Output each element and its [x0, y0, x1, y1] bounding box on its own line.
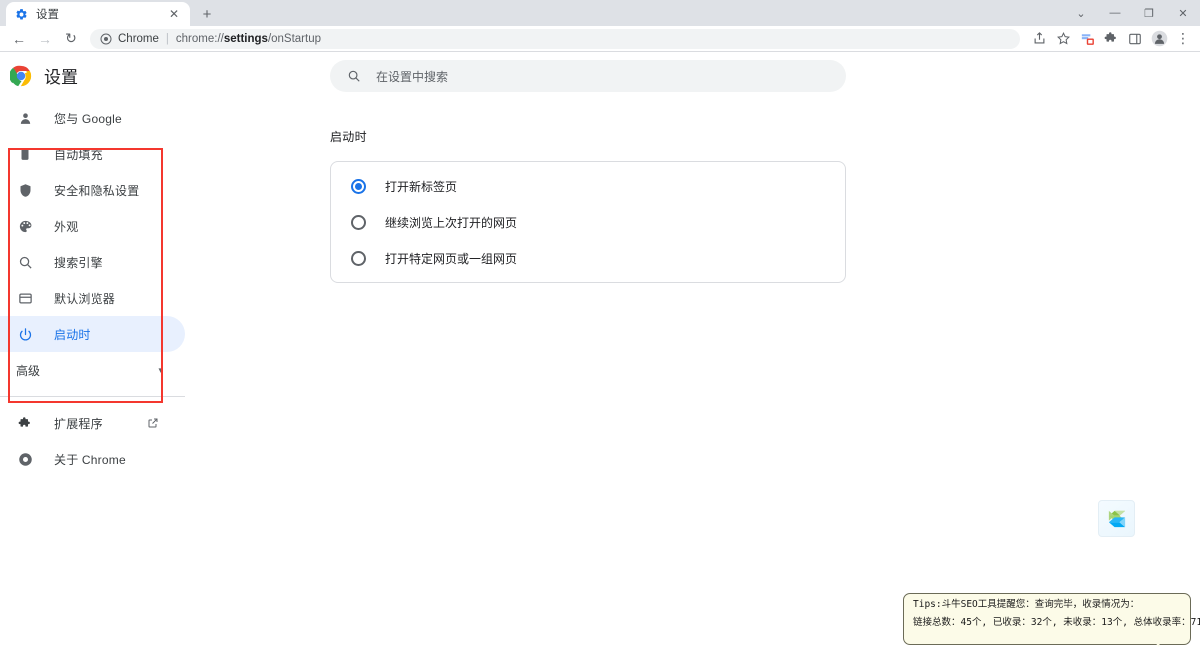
- browser-window-icon: [16, 289, 34, 307]
- minimize-icon[interactable]: —: [1098, 0, 1132, 26]
- radio-option-specific-pages[interactable]: 打开特定网页或一组网页: [331, 240, 845, 276]
- window-controls: ⌄ — ❐ ✕: [1064, 0, 1200, 26]
- share-icon[interactable]: [1028, 28, 1050, 50]
- radio-option-label: 打开特定网页或一组网页: [385, 251, 518, 266]
- sidebar-item-label: 搜索引擎: [54, 255, 103, 270]
- startup-options-card: 打开新标签页 继续浏览上次打开的网页 打开特定网页或一组网页: [330, 161, 846, 283]
- radio-option-label: 打开新标签页: [385, 179, 458, 194]
- back-icon[interactable]: ←: [6, 27, 32, 51]
- tooltip-line-1: Tips:斗牛SEO工具提醒您：查询完毕，收录情况为：: [913, 599, 1140, 610]
- sidebar-advanced-toggle[interactable]: 高级 ▾: [0, 352, 185, 388]
- new-tab-button[interactable]: +: [194, 2, 220, 26]
- browser-toolbar: ← → ↻ Chrome | chrome://settings/onStart…: [0, 26, 1200, 52]
- sidebar-item-label: 您与 Google: [54, 111, 122, 126]
- maximize-icon[interactable]: ❐: [1132, 0, 1166, 26]
- sidebar-item-label: 关于 Chrome: [54, 452, 126, 467]
- radio-option-continue-session[interactable]: 继续浏览上次打开的网页: [331, 204, 845, 240]
- tab-search-icon[interactable]: ⌄: [1064, 0, 1098, 26]
- tab-title: 设置: [36, 9, 59, 21]
- clipboard-icon: [16, 145, 34, 163]
- omnibox-url: chrome://settings/onStartup: [176, 33, 321, 45]
- sidebar-item-label: 安全和隐私设置: [54, 183, 140, 198]
- search-input[interactable]: 在设置中搜索: [330, 60, 846, 92]
- url-bold: settings: [223, 32, 268, 45]
- radio-button[interactable]: [351, 178, 366, 194]
- radio-option-new-tab[interactable]: 打开新标签页: [331, 168, 845, 204]
- chrome-menu-icon[interactable]: ⋮: [1172, 28, 1194, 50]
- sidebar-item-about-chrome[interactable]: 关于 Chrome: [0, 441, 185, 477]
- bookmark-star-icon[interactable]: [1052, 28, 1074, 50]
- sidebar-item-extensions[interactable]: 扩展程序: [0, 405, 185, 441]
- sidebar-item-label: 自动填充: [54, 147, 103, 162]
- browser-tab-settings[interactable]: 设置 ✕: [6, 2, 190, 26]
- sidebar-item-label: 外观: [54, 219, 79, 234]
- section-title-on-startup: 启动时: [330, 130, 367, 144]
- reload-icon[interactable]: ↻: [58, 27, 84, 51]
- close-icon[interactable]: ✕: [1166, 0, 1200, 26]
- open-in-new-icon[interactable]: [147, 417, 159, 429]
- settings-header: 设置: [9, 63, 78, 88]
- omnibox-separator: |: [165, 32, 169, 45]
- url-prefix: chrome://: [175, 32, 224, 45]
- url-suffix: /onStartup: [267, 32, 322, 45]
- sidebar-item-on-startup[interactable]: 启动时: [0, 316, 185, 352]
- advanced-label: 高级: [16, 363, 41, 378]
- forward-icon[interactable]: →: [32, 27, 58, 51]
- search-icon: [16, 253, 34, 271]
- sidebar-item-privacy-security[interactable]: 安全和隐私设置: [0, 172, 185, 208]
- tab-close-icon[interactable]: ✕: [166, 6, 182, 22]
- radio-option-label: 继续浏览上次打开的网页: [385, 215, 518, 230]
- sidebar-item-default-browser[interactable]: 默认浏览器: [0, 280, 185, 316]
- palette-icon: [16, 217, 34, 235]
- page-title: 设置: [44, 68, 78, 87]
- seo-extension-icon[interactable]: [1076, 28, 1098, 50]
- person-icon: [16, 109, 34, 127]
- tab-strip: 设置 ✕ +: [0, 0, 1064, 26]
- tooltip-tail: [1150, 637, 1161, 647]
- sidebar-item-search-engine[interactable]: 搜索引擎: [0, 244, 185, 280]
- chrome-page-icon: [99, 32, 112, 45]
- tooltip-line-2: 链接总数：45个, 已收录：32个, 未收录：13个, 总体收录率：71.11%: [913, 616, 1200, 628]
- puzzle-icon: [16, 414, 34, 432]
- settings-sidebar: 您与 Google 自动填充 安全和隐私设置 外观 搜索引擎 默认浏览器 启动时…: [0, 100, 200, 477]
- power-icon: [16, 325, 34, 343]
- extensions-puzzle-icon[interactable]: [1100, 28, 1122, 50]
- settings-gear-icon: [14, 7, 28, 21]
- snipaste-icon[interactable]: [1098, 500, 1135, 537]
- chrome-logo-icon: [9, 65, 32, 87]
- chevron-down-icon: ▾: [158, 364, 163, 375]
- radio-button[interactable]: [351, 214, 366, 230]
- sidebar-item-autofill[interactable]: 自动填充: [0, 136, 185, 172]
- sidebar-item-label: 默认浏览器: [54, 291, 116, 306]
- search-placeholder: 在设置中搜索: [376, 69, 449, 84]
- sidebar-item-label: 扩展程序: [54, 416, 103, 431]
- sidebar-item-you-and-google[interactable]: 您与 Google: [0, 100, 185, 136]
- profile-avatar-icon[interactable]: [1148, 28, 1170, 50]
- omnibox-chip-label: Chrome: [118, 32, 159, 45]
- sidebar-item-appearance[interactable]: 外观: [0, 208, 185, 244]
- seo-tooltip: Tips:斗牛SEO工具提醒您：查询完毕，收录情况为： 链接总数：45个, 已收…: [903, 593, 1200, 645]
- shield-icon: [16, 181, 34, 199]
- side-panel-icon[interactable]: [1124, 28, 1146, 50]
- window-title-bar: 设置 ✕ + ⌄ — ❐ ✕: [0, 0, 1200, 26]
- settings-main-content: 在设置中搜索 启动时 打开新标签页 继续浏览上次打开的网页 打开特定网页或一组网…: [330, 52, 870, 283]
- radio-button[interactable]: [351, 250, 366, 266]
- sidebar-divider: [0, 396, 185, 397]
- address-bar[interactable]: Chrome | chrome://settings/onStartup: [90, 28, 1020, 49]
- settings-page: 设置 您与 Google 自动填充 安全和隐私设置 外观 搜索引擎 默认浏览器 …: [0, 52, 1200, 645]
- sidebar-item-label: 启动时: [54, 327, 91, 342]
- search-icon: [346, 68, 362, 84]
- chrome-icon: [16, 450, 34, 468]
